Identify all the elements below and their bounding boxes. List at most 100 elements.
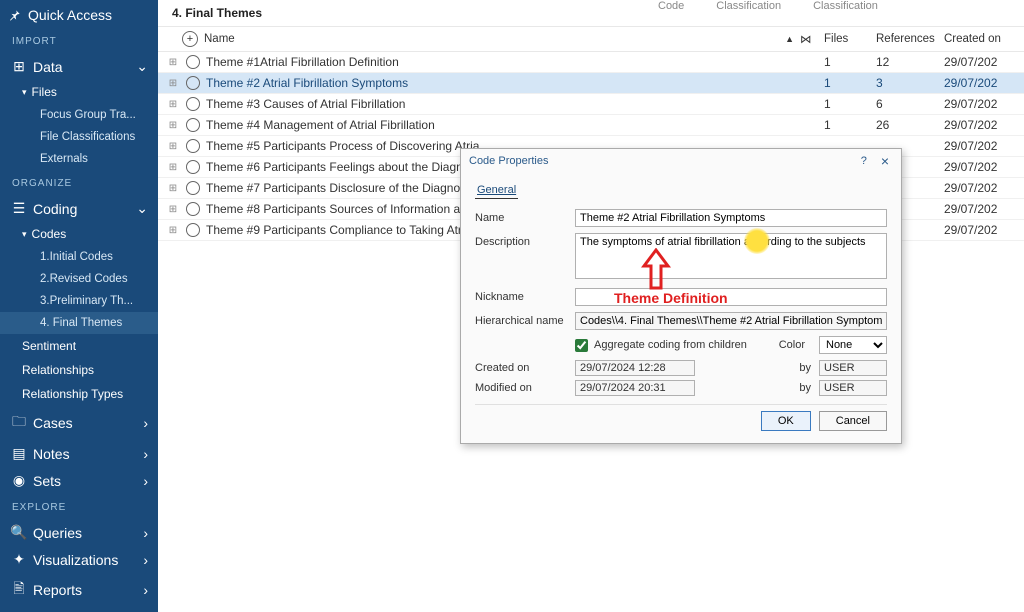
tab-label: General	[477, 184, 516, 196]
aggregate-checkbox[interactable]	[575, 339, 588, 352]
col-link-icon: ⋈	[800, 32, 824, 46]
nav-files[interactable]: Files	[0, 80, 158, 104]
col-references[interactable]: References	[876, 33, 944, 45]
nav-label: Sentiment	[22, 339, 76, 353]
nav-data[interactable]: ⊞ Data ⌄	[0, 53, 158, 80]
section-organize: ORGANIZE	[0, 170, 158, 195]
top-header-classification1: Classification	[716, 0, 781, 12]
nav-externals[interactable]: Externals	[0, 148, 158, 170]
expand-icon[interactable]: ⊞	[166, 120, 180, 131]
label-aggregate: Aggregate coding from children	[594, 339, 747, 351]
nav-sentiment[interactable]: Sentiment	[0, 334, 158, 358]
expand-icon[interactable]: ⊞	[166, 183, 180, 194]
nav-label: Visualizations	[33, 552, 118, 568]
description-input[interactable]: The symptoms of atrial fibrillation acco…	[575, 233, 887, 279]
row-refs: 12	[876, 55, 944, 69]
nav-visualizations[interactable]: ✦Visualizations›	[0, 546, 158, 573]
col-name[interactable]: Name	[204, 33, 785, 45]
nav-relationship-types[interactable]: Relationship Types	[0, 382, 158, 406]
nav-label: Reports	[33, 582, 82, 598]
name-input[interactable]	[575, 209, 887, 227]
expand-icon[interactable]: ⊞	[166, 78, 180, 89]
dialog-titlebar[interactable]: Code Properties ? ×	[461, 149, 901, 173]
code-circle-icon	[186, 97, 200, 111]
expand-icon[interactable]: ⊞	[166, 99, 180, 110]
nav-notes[interactable]: ▤Notes›	[0, 440, 158, 467]
nav-initial-codes[interactable]: 1.Initial Codes	[0, 246, 158, 268]
nav-label: 4. Final Themes	[40, 317, 122, 329]
chevron-down-icon: ⌄	[136, 58, 148, 75]
nav-sets[interactable]: ◉Sets›	[0, 467, 158, 494]
help-button[interactable]: ?	[851, 155, 877, 167]
nav-label: Data	[33, 59, 63, 75]
label-color: Color	[779, 339, 805, 351]
nickname-input[interactable]	[575, 288, 887, 306]
modified-by-value: USER	[819, 380, 887, 396]
nav-label: Sets	[33, 473, 61, 489]
nav-coding[interactable]: ☰Coding⌄	[0, 195, 158, 222]
dialog-title: Code Properties	[469, 155, 851, 167]
row-date: 29/07/202	[944, 76, 1008, 90]
dialog-body: General Name Description The symptoms of…	[461, 173, 901, 443]
expand-icon[interactable]: ⊞	[166, 162, 180, 173]
label-name: Name	[475, 209, 575, 224]
nav-relationships[interactable]: Relationships	[0, 358, 158, 382]
table-row[interactable]: ⊞Theme #2 Atrial Fibrillation Symptoms13…	[158, 73, 1024, 94]
table-row[interactable]: ⊞Theme #1Atrial Fibrillation Definition1…	[158, 52, 1024, 73]
nav-preliminary-themes[interactable]: 3.Preliminary Th...	[0, 290, 158, 312]
nav-label: Coding	[33, 201, 77, 217]
expand-icon[interactable]: ⊞	[166, 225, 180, 236]
row-date: 29/07/202	[944, 202, 1008, 216]
ok-button[interactable]: OK	[761, 411, 811, 431]
top-header-code: Code	[658, 0, 684, 12]
code-properties-dialog: Code Properties ? × General Name Descrip…	[460, 148, 902, 444]
nav-reports[interactable]: 🖹Reports›	[0, 573, 158, 607]
notes-icon: ▤	[10, 445, 28, 462]
label-nickname: Nickname	[475, 288, 575, 303]
chevron-right-icon: ›	[143, 525, 148, 541]
row-refs: 26	[876, 118, 944, 132]
nav-label: Notes	[33, 446, 70, 462]
nav-label: File Classifications	[40, 131, 135, 143]
quick-access-label: Quick Access	[28, 7, 112, 23]
code-circle-icon	[186, 55, 200, 69]
nav-label: Relationships	[22, 363, 94, 377]
nav-file-classifications[interactable]: File Classifications	[0, 126, 158, 148]
reports-icon: 🖹	[10, 578, 28, 602]
list-header: + Name ▲ ⋈ Files References Created on	[158, 27, 1024, 52]
add-code-button[interactable]: +	[182, 31, 198, 47]
nav-queries[interactable]: 🔍Queries›	[0, 519, 158, 546]
code-circle-icon	[186, 139, 200, 153]
code-circle-icon	[186, 160, 200, 174]
row-title: Theme #3 Causes of Atrial Fibrillation	[206, 97, 800, 111]
quick-access[interactable]: Quick Access	[0, 2, 158, 28]
cancel-button[interactable]: Cancel	[819, 411, 887, 431]
breadcrumb: 4. Final Themes	[158, 0, 1024, 27]
table-row[interactable]: ⊞Theme #4 Management of Atrial Fibrillat…	[158, 115, 1024, 136]
code-circle-icon	[186, 118, 200, 132]
nav-final-themes[interactable]: 4. Final Themes	[0, 312, 158, 334]
visualizations-icon: ✦	[10, 551, 28, 568]
expand-icon[interactable]: ⊞	[166, 141, 180, 152]
data-icon: ⊞	[10, 58, 28, 75]
tab-general[interactable]: General	[475, 181, 518, 199]
pin-icon	[8, 8, 22, 22]
created-by-value: USER	[819, 360, 887, 376]
expand-icon[interactable]: ⊞	[166, 57, 180, 68]
nav-cases[interactable]: 🗀Cases›	[0, 406, 158, 440]
label-hierarchical: Hierarchical name	[475, 312, 575, 327]
color-select[interactable]: None	[819, 336, 887, 354]
top-header-classification2: Classification	[813, 0, 878, 12]
row-date: 29/07/202	[944, 160, 1008, 174]
expand-icon[interactable]: ⊞	[166, 204, 180, 215]
row-refs: 6	[876, 97, 944, 111]
table-row[interactable]: ⊞ Theme #3 Causes of Atrial Fibrillation 1…	[158, 94, 1024, 115]
close-button[interactable]: ×	[877, 153, 893, 169]
row-files: 1	[824, 97, 876, 111]
col-files[interactable]: Files	[824, 33, 876, 45]
code-circle-icon	[186, 181, 200, 195]
nav-revised-codes[interactable]: 2.Revised Codes	[0, 268, 158, 290]
nav-codes[interactable]: Codes	[0, 222, 158, 246]
col-created-on[interactable]: Created on	[944, 33, 1008, 45]
nav-focus-group[interactable]: Focus Group Tra...	[0, 104, 158, 126]
